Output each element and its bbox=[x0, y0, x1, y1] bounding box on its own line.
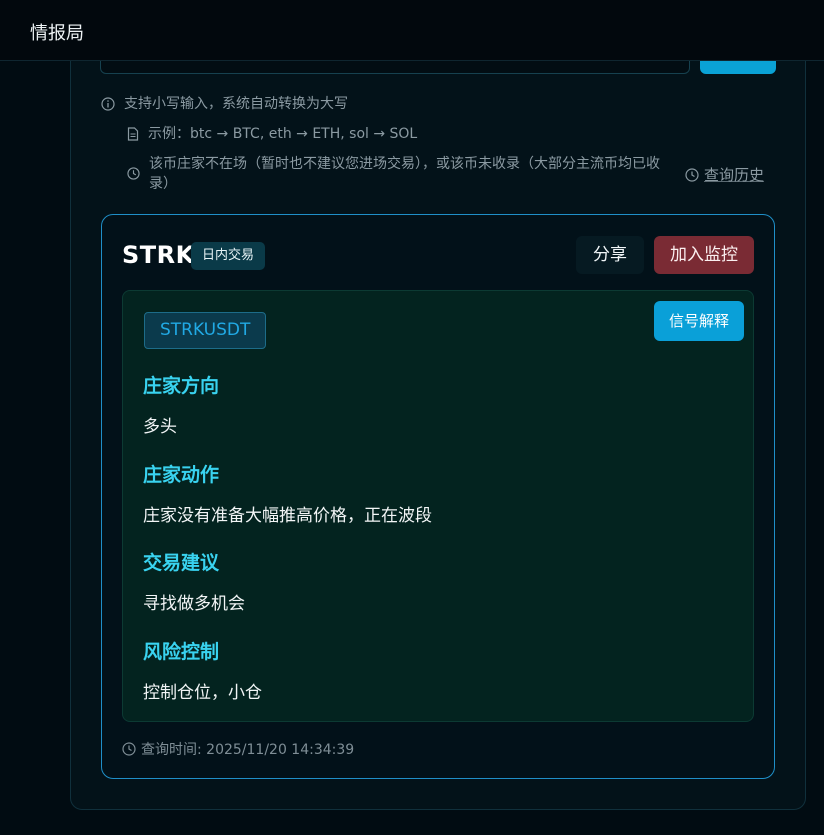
clock-icon bbox=[122, 742, 136, 756]
query-time-text: 查询时间: 2025/11/20 14:34:39 bbox=[141, 742, 355, 758]
top-bar: 情报局 bbox=[0, 0, 824, 61]
app-title: 情报局 bbox=[30, 23, 84, 44]
section-value-risk: 控制仓位，小仓 bbox=[143, 683, 262, 703]
section-value-action: 庄家没有准备大幅推高价格，正在波段 bbox=[143, 506, 432, 526]
hint-lowercase-text: 支持小写输入，系统自动转换为大写 bbox=[124, 96, 348, 112]
clock-icon bbox=[127, 167, 140, 180]
add-to-watch-button[interactable]: 加入监控 bbox=[654, 236, 754, 274]
hint-lowercase: 支持小写输入，系统自动转换为大写 bbox=[101, 94, 348, 114]
signal-explain-button[interactable]: 信号解释 bbox=[654, 301, 744, 341]
section-title-risk: 风险控制 bbox=[143, 641, 220, 663]
query-history-label: 查询历史 bbox=[704, 166, 765, 184]
hint-not-listed: 该币庄家不在场（暂时也不建议您进场交易），或该币未收录（大部分主流币均已收录） bbox=[127, 154, 679, 194]
hint-example-text: 示例：btc → BTC, eth → ETH, sol → SOL bbox=[148, 126, 418, 142]
signal-box: STRKUSDT 信号解释 庄家方向 多头 庄家动作 庄家没有准备大幅推高价格，… bbox=[122, 290, 754, 722]
document-icon bbox=[127, 127, 139, 141]
section-value-advice: 寻找做多机会 bbox=[143, 594, 245, 614]
section-title-direction: 庄家方向 bbox=[143, 375, 220, 397]
share-button[interactable]: 分享 bbox=[576, 236, 644, 274]
section-title-advice: 交易建议 bbox=[143, 552, 220, 574]
section-title-action: 庄家动作 bbox=[143, 464, 220, 486]
trading-mode-badge: 日内交易 bbox=[191, 242, 266, 270]
info-icon bbox=[101, 97, 115, 111]
result-card: STRK 日内交易 分享 加入监控 STRKUSDT 信号解释 庄家方向 多头 … bbox=[101, 214, 775, 779]
hint-example: 示例：btc → BTC, eth → ETH, sol → SOL bbox=[127, 124, 417, 144]
coin-symbol: STRK bbox=[122, 241, 195, 269]
hint-not-listed-text: 该币庄家不在场（暂时也不建议您进场交易），或该币未收录（大部分主流币均已收录） bbox=[149, 156, 660, 192]
query-time: 查询时间: 2025/11/20 14:34:39 bbox=[122, 739, 354, 759]
query-history-link[interactable]: 查询历史 bbox=[685, 164, 764, 185]
trading-pair-badge: STRKUSDT bbox=[144, 312, 267, 349]
clock-icon bbox=[685, 167, 699, 182]
section-value-direction: 多头 bbox=[143, 417, 177, 437]
